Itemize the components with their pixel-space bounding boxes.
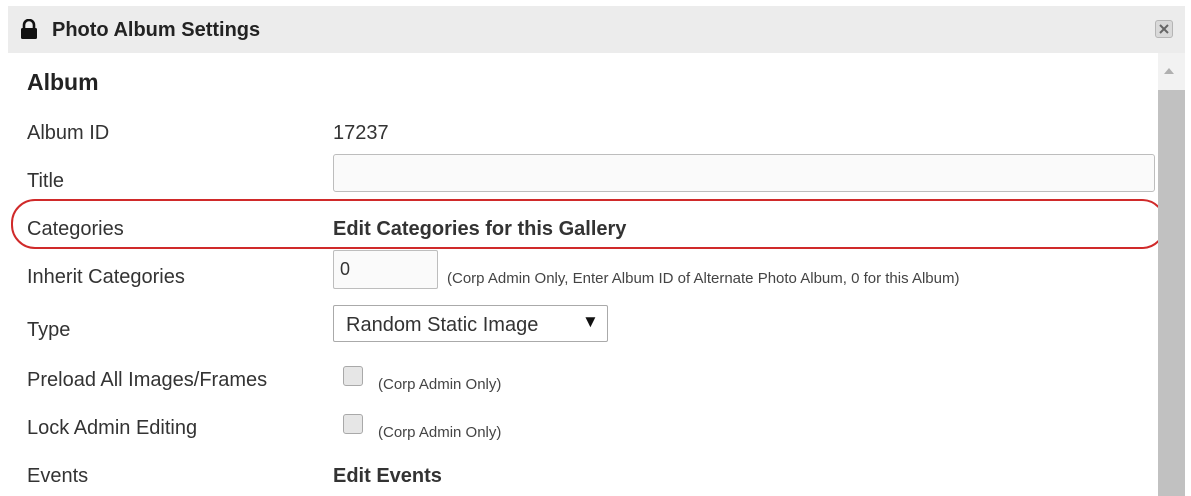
inherit-categories-hint: (Corp Admin Only, Enter Album ID of Alte… bbox=[447, 270, 960, 287]
lock-admin-label: Lock Admin Editing bbox=[27, 417, 198, 439]
type-select[interactable]: Random Static Image ▼ bbox=[333, 305, 608, 342]
section-heading: Album bbox=[27, 69, 99, 95]
scrollbar-thumb[interactable] bbox=[1158, 90, 1185, 496]
preload-hint: (Corp Admin Only) bbox=[378, 376, 502, 393]
preload-checkbox[interactable] bbox=[343, 366, 363, 386]
close-icon bbox=[1159, 24, 1169, 34]
dialog-titlebar: Photo Album Settings bbox=[8, 6, 1185, 53]
close-button[interactable] bbox=[1155, 20, 1173, 38]
inherit-categories-field[interactable] bbox=[333, 250, 438, 289]
inherit-categories-label: Inherit Categories bbox=[27, 266, 185, 288]
dialog-title: Photo Album Settings bbox=[52, 19, 261, 41]
lock-admin-hint: (Corp Admin Only) bbox=[378, 424, 502, 441]
edit-categories-link[interactable]: Edit Categories for this Gallery bbox=[333, 217, 626, 241]
lock-admin-checkbox[interactable] bbox=[343, 414, 363, 434]
type-label: Type bbox=[27, 319, 71, 341]
lock-icon bbox=[20, 18, 38, 39]
dialog-content: Album Album ID 17237 Title Categories Ed… bbox=[8, 53, 1166, 496]
dropdown-arrow-icon: ▼ bbox=[582, 312, 599, 331]
title-label: Title bbox=[27, 170, 65, 192]
album-id-value: 17237 bbox=[333, 122, 389, 144]
categories-label: Categories bbox=[27, 218, 124, 240]
edit-events-link[interactable]: Edit Events bbox=[333, 464, 442, 488]
events-label: Events bbox=[27, 465, 89, 487]
type-selected-value: Random Static Image bbox=[346, 314, 539, 336]
album-id-label: Album ID bbox=[27, 122, 110, 144]
title-field[interactable] bbox=[333, 154, 1155, 192]
photo-album-settings-dialog: Photo Album Settings Album Album ID 1723… bbox=[8, 6, 1185, 496]
scroll-up-arrow-icon[interactable] bbox=[1164, 68, 1174, 74]
preload-label: Preload All Images/Frames bbox=[27, 369, 268, 391]
